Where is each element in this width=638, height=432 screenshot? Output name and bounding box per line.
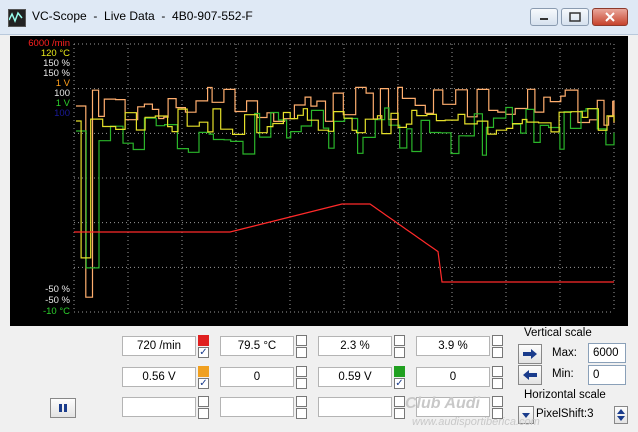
scope-plot [73, 43, 615, 313]
min-label: Min: [552, 368, 574, 380]
channel-checkbox[interactable] [394, 347, 405, 358]
close-button[interactable] [592, 8, 628, 26]
channel-value-row1-1: 720 /min [122, 336, 196, 356]
minimize-button[interactable] [530, 8, 558, 26]
scale-down-button[interactable] [518, 365, 542, 385]
spinner-icon [617, 409, 625, 421]
channel-checkbox[interactable]: ✓ [198, 378, 209, 389]
channel-value-row2-4: 0 [416, 367, 490, 387]
channel-color-box[interactable] [296, 366, 307, 377]
arrow-left-icon [523, 370, 537, 380]
channel-value-row2-2: 0 [220, 367, 294, 387]
maximize-button[interactable] [561, 8, 589, 26]
watermark-url: www.audisportiberica.com [412, 416, 540, 428]
channel-value-row1-3: 2.3 % [318, 336, 392, 356]
maximize-icon [569, 12, 581, 22]
channel-value-row3-1 [122, 397, 196, 417]
arrow-right-icon [523, 349, 537, 359]
scale-label-bottom: -50 % [45, 295, 70, 306]
max-label: Max: [552, 347, 577, 359]
channel-color-box[interactable] [492, 396, 503, 407]
scale-up-button[interactable] [518, 344, 542, 364]
watermark-logo: Club Audi [405, 395, 480, 412]
app-icon [8, 9, 26, 27]
rpm-trace [74, 203, 614, 283]
channel-color-box[interactable] [492, 366, 503, 377]
channel-checkbox[interactable]: ✓ [198, 347, 209, 358]
max-input[interactable]: 6000 [588, 343, 626, 363]
channel-color-box[interactable] [296, 396, 307, 407]
horizontal-scale-label: Horizontal scale [524, 389, 606, 401]
channel-value-row1-2: 79.5 °C [220, 336, 294, 356]
window-title: VC-Scope - Live Data - 4B0-907-552-F [32, 9, 253, 23]
channel-value-row3-3 [318, 397, 392, 417]
channel-checkbox[interactable] [198, 408, 209, 419]
channel-checkbox[interactable] [296, 347, 307, 358]
scope-display[interactable]: 6000 /min 120 °C 150 % 150 % 1 V 100 1 V 100 -5… [10, 36, 628, 326]
green-trace [76, 106, 615, 269]
scale-label-bottom: -50 % [45, 284, 70, 295]
minimize-icon [540, 18, 548, 20]
close-icon [605, 12, 615, 22]
channel-value-row2-3: 0.59 V [318, 367, 392, 387]
channel-value-row3-2 [220, 397, 294, 417]
channel-color-box[interactable] [492, 335, 503, 346]
channel-checkbox[interactable]: ✓ [394, 378, 405, 389]
channel-color-box[interactable] [394, 396, 405, 407]
pixelshift-value: PixelShift:3 [536, 408, 594, 420]
channel-checkbox[interactable] [296, 408, 307, 419]
scale-label-top: 100 [54, 108, 70, 119]
channel-checkbox[interactable] [492, 347, 503, 358]
channel-value-row1-4: 3.9 % [416, 336, 490, 356]
pause-icon [59, 404, 67, 412]
title-bar: VC-Scope - Live Data - 4B0-907-552-F [0, 0, 638, 35]
channel-checkbox[interactable] [296, 378, 307, 389]
channel-color-box[interactable] [198, 396, 209, 407]
channel-color-box[interactable] [296, 335, 307, 346]
pixelshift-spinner[interactable] [614, 406, 628, 424]
channel-checkbox[interactable] [394, 408, 405, 419]
channel-value-row2-1: 0.56 V [122, 367, 196, 387]
channel-color-swatch[interactable] [394, 366, 405, 377]
vertical-scale-label: Vertical scale [524, 327, 592, 339]
pause-button[interactable] [50, 398, 76, 418]
min-input[interactable]: 0 [588, 365, 626, 385]
channel-color-box[interactable] [394, 335, 405, 346]
channel-checkbox[interactable] [492, 378, 503, 389]
scale-label-bottom: -10 °C [42, 306, 70, 317]
temp-trace [76, 108, 615, 259]
channel-color-swatch[interactable] [198, 366, 209, 377]
channel-color-swatch[interactable] [198, 335, 209, 346]
